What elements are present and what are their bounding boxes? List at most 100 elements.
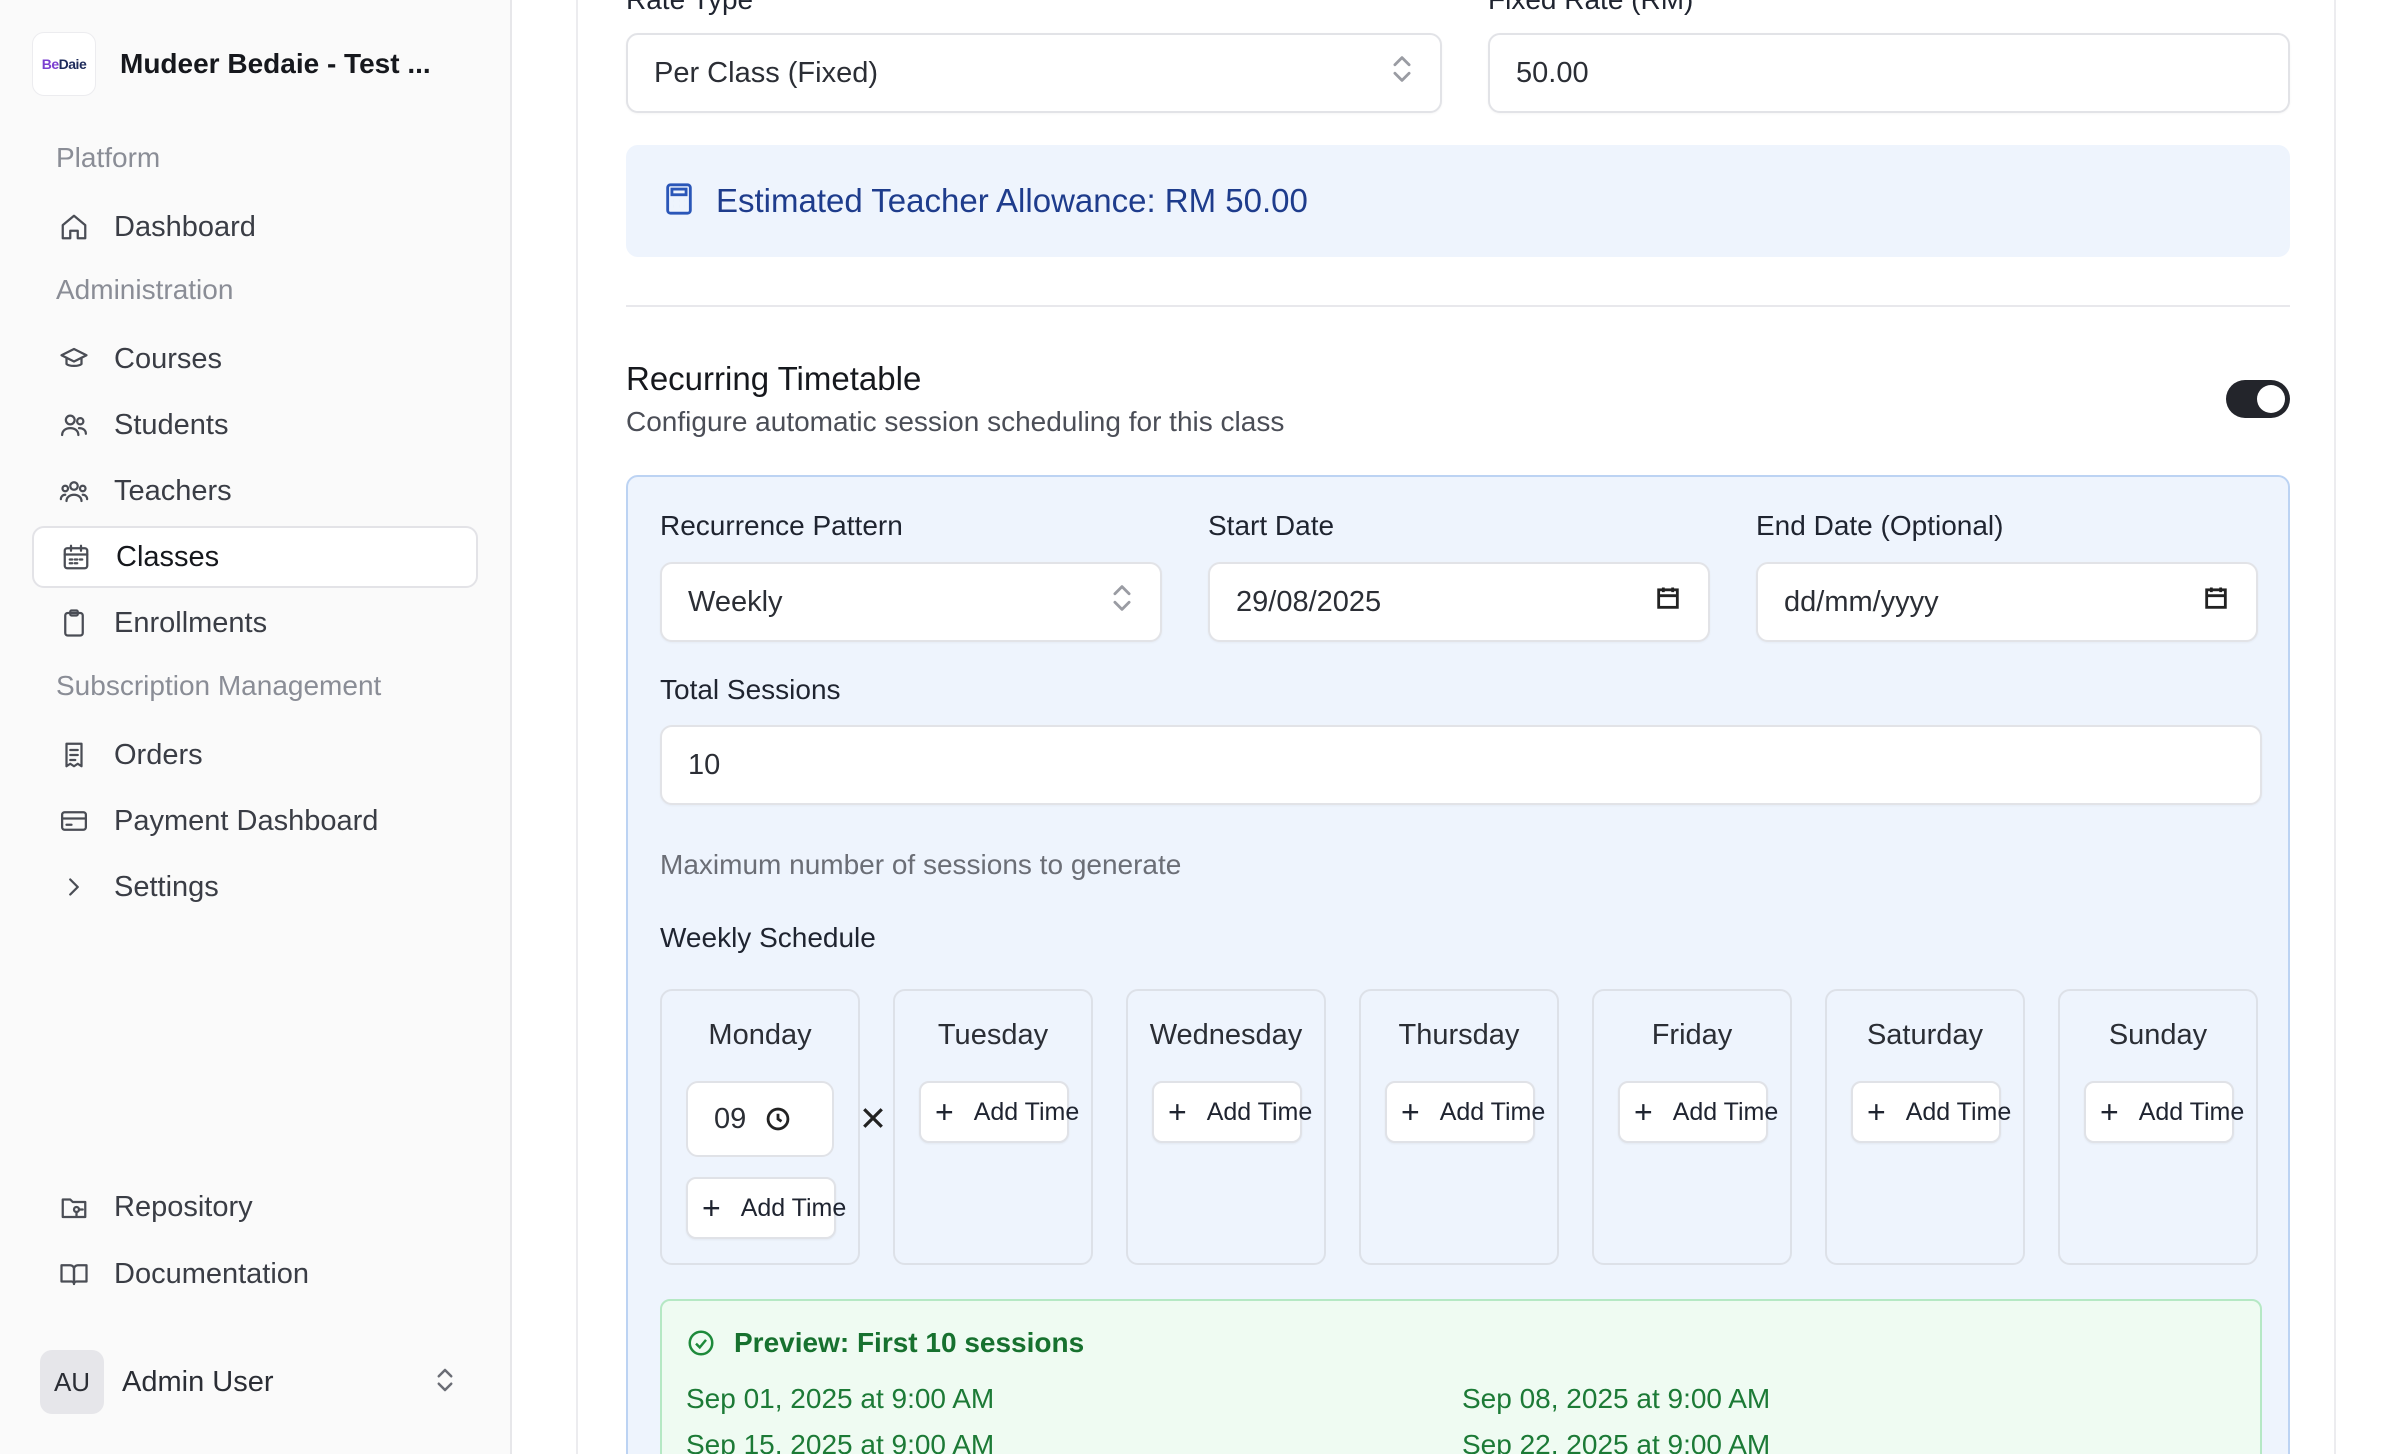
day-friday: Friday + Add Time (1592, 989, 1792, 1265)
section-platform: Platform (56, 142, 161, 173)
add-time-button[interactable]: + Add Time (1152, 1081, 1312, 1143)
plus-icon: + (1401, 1094, 1420, 1130)
day-name: Thursday (1398, 1019, 1520, 1051)
sidebar-item-label: Students (114, 408, 229, 441)
calculator-icon (662, 182, 696, 221)
sidebar-item-label: Courses (114, 342, 222, 375)
brand[interactable]: Be Daie Mudeer Bedaie - Test ... (32, 32, 431, 96)
sidebar-item-enrollments[interactable]: Enrollments (32, 592, 478, 654)
fixed-rate-label: Fixed Rate (RM) (1488, 0, 1693, 16)
total-sessions-value: 10 (688, 748, 721, 781)
section-subscription: Subscription Management (56, 670, 382, 701)
folder-git-icon (58, 1191, 90, 1223)
sidebar-item-label: Dashboard (114, 210, 256, 243)
day-wednesday: Wednesday + Add Time (1126, 989, 1326, 1265)
estimated-allowance-alert: Estimated Teacher Allowance: RM 50.00 (626, 145, 2290, 257)
sidebar-item-label: Teachers (114, 474, 232, 507)
sidebar-item-classes[interactable]: Classes (32, 526, 478, 588)
user-menu[interactable]: AU Admin User (40, 1350, 460, 1414)
day-sunday: Sunday + Add Time (2058, 989, 2258, 1265)
add-time-button[interactable]: + Add Time (919, 1081, 1079, 1143)
home-icon (58, 211, 90, 243)
sidebar-item-dashboard[interactable]: Dashboard (32, 196, 478, 258)
day-name: Friday (1651, 1019, 1733, 1051)
preview-session: Sep 08, 2025 at 9:00 AM (1462, 1383, 1771, 1414)
recurrence-pattern-value: Weekly (688, 585, 783, 618)
sidebar-item-settings[interactable]: Settings (32, 856, 478, 918)
check-circle-icon (688, 1330, 714, 1356)
users-icon (58, 409, 90, 441)
plus-icon: + (1634, 1094, 1653, 1130)
sidebar-item-label: Repository (114, 1190, 253, 1223)
recurring-toggle[interactable] (2226, 380, 2290, 418)
add-time-button[interactable]: + Add Time (1851, 1081, 2011, 1143)
preview-title: Preview: First 10 sessions (734, 1327, 1085, 1358)
recurrence-pattern-label: Recurrence Pattern (660, 510, 903, 541)
book-open-icon (58, 1258, 90, 1290)
rate-type-select[interactable]: Per Class (Fixed) (626, 33, 1442, 113)
plus-icon: + (935, 1094, 954, 1130)
sidebar-item-payment-dashboard[interactable]: Payment Dashboard (32, 790, 478, 852)
add-time-button[interactable]: + Add Time (2084, 1081, 2244, 1143)
day-name: Wednesday (1149, 1019, 1303, 1051)
graduation-cap-icon (58, 343, 90, 375)
start-date-value: 29/08/2025 (1236, 585, 1382, 618)
toggle-knob (2257, 385, 2285, 413)
add-time-button[interactable]: + Add Time (1618, 1081, 1778, 1143)
sidebar-item-label: Classes (116, 540, 220, 573)
start-date-label: Start Date (1208, 510, 1335, 541)
day-saturday: Saturday + Add Time (1825, 989, 2025, 1265)
clipboard-icon (58, 607, 90, 639)
sidebar: Be Daie Mudeer Bedaie - Test ... Platform… (0, 0, 512, 1454)
end-date-input[interactable]: dd/mm/yyyy (1756, 562, 2258, 642)
day-name: Tuesday (937, 1019, 1049, 1051)
plus-icon: + (2100, 1094, 2119, 1130)
day-thursday: Thursday + Add Time (1359, 989, 1559, 1265)
sidebar-item-label: Orders (114, 738, 203, 771)
preview-session: Sep 01, 2025 at 9:00 AM (686, 1383, 995, 1414)
divider (626, 305, 2290, 307)
add-time-label: Add Time (2138, 1097, 2245, 1126)
sidebar-item-label: Enrollments (114, 606, 268, 639)
fixed-rate-input[interactable]: 50.00 (1488, 33, 2290, 113)
sidebar-item-students[interactable]: Students (32, 394, 478, 456)
day-monday: Monday 09 + Add Time (660, 989, 883, 1265)
clock-icon (766, 1107, 790, 1131)
time-value: 09 (714, 1102, 747, 1135)
sidebar-item-label: Settings (114, 870, 219, 903)
add-time-label: Add Time (1905, 1097, 2012, 1126)
add-time-button[interactable]: + Add Time (1385, 1081, 1545, 1143)
start-date-input[interactable]: 29/08/2025 (1208, 562, 1710, 642)
weekly-schedule-title: Weekly Schedule (660, 922, 876, 953)
end-date-placeholder: dd/mm/yyyy (1784, 585, 1939, 618)
brand-name: Mudeer Bedaie - Test ... (120, 48, 431, 79)
add-time-button[interactable]: + Add Time (686, 1177, 846, 1239)
credit-card-icon (58, 805, 90, 837)
recurring-title: Recurring Timetable (626, 360, 922, 397)
sidebar-item-teachers[interactable]: Teachers (32, 460, 478, 522)
time-input[interactable]: 09 (686, 1081, 834, 1157)
estimated-allowance-text: Estimated Teacher Allowance: RM 50.00 (716, 182, 1308, 219)
add-time-label: Add Time (973, 1097, 1080, 1126)
avatar: AU (40, 1350, 104, 1414)
section-administration: Administration (56, 274, 234, 305)
sidebar-item-label: Documentation (114, 1257, 310, 1290)
sessions-preview: Preview: First 10 sessions Sep 01, 2025 … (660, 1299, 2262, 1454)
calendar-picker-icon[interactable] (2202, 584, 2230, 620)
sidebar-item-orders[interactable]: Orders (32, 724, 478, 786)
total-sessions-input[interactable]: 10 (660, 725, 2262, 805)
receipt-icon (58, 739, 90, 771)
day-name: Monday (708, 1019, 812, 1051)
preview-header: Preview: First 10 sessions (686, 1327, 1084, 1359)
recurrence-pattern-select[interactable]: Weekly (660, 562, 1162, 642)
sidebar-item-courses[interactable]: Courses (32, 328, 478, 390)
sidebar-item-documentation[interactable]: Documentation (32, 1243, 478, 1305)
add-time-label: Add Time (740, 1193, 847, 1222)
preview-session: Sep 15, 2025 at 9:00 AM (686, 1429, 995, 1454)
total-sessions-label: Total Sessions (660, 674, 841, 705)
calendar-picker-icon[interactable] (1654, 584, 1682, 620)
remove-time-button[interactable] (858, 1103, 888, 1133)
day-tuesday: Tuesday + Add Time (893, 989, 1093, 1265)
day-name: Sunday (2108, 1019, 2208, 1051)
sidebar-item-repository[interactable]: Repository (32, 1176, 478, 1238)
